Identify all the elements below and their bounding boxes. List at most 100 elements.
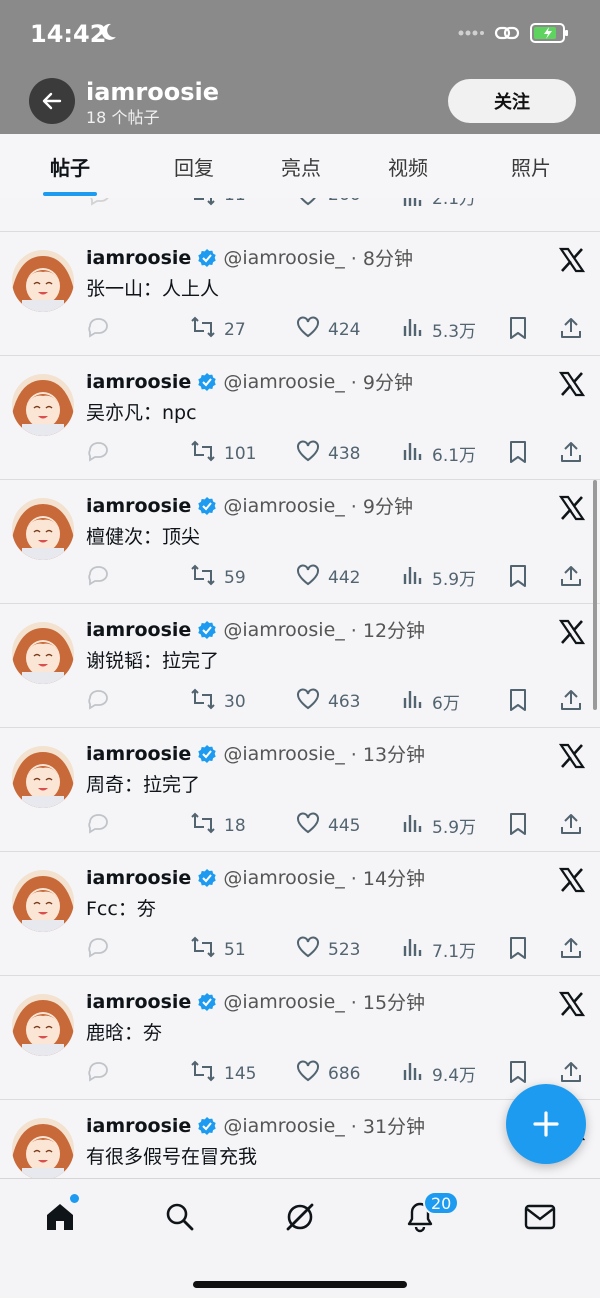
avatar[interactable]	[12, 870, 74, 932]
avatar[interactable]	[12, 498, 74, 560]
share-button[interactable]	[559, 564, 583, 593]
tab-highlights[interactable]: 亮点	[248, 134, 354, 198]
post-actions: 101 438 6.1万	[0, 440, 600, 468]
post-handle: @iamroosie_	[223, 494, 345, 517]
heart-icon	[296, 564, 320, 591]
bookmark-button[interactable]	[507, 936, 529, 965]
home-indicator[interactable]	[193, 1281, 407, 1288]
post-author-name[interactable]: iamroosie	[86, 1115, 191, 1137]
x-logo-icon[interactable]	[558, 990, 586, 1018]
post-item[interactable]: iamroosie @iamroosie_ · 9分钟 吴亦凡：npc 101 438 6.…	[0, 356, 600, 480]
follow-button[interactable]: 关注	[448, 79, 576, 123]
reply-button[interactable]	[86, 316, 110, 343]
retweet-button[interactable]: 27	[190, 316, 246, 343]
x-logo-icon[interactable]	[558, 742, 586, 770]
avatar[interactable]	[12, 1118, 74, 1178]
x-logo-icon[interactable]	[558, 494, 586, 522]
retweet-count: 30	[224, 691, 246, 712]
post-item[interactable]: iamroosie @iamroosie_ · 12分钟 谢锐韬：拉完了 30 463 6万	[0, 604, 600, 728]
post-author-name[interactable]: iamroosie	[86, 619, 191, 641]
like-button[interactable]: 266	[296, 198, 360, 206]
post-item[interactable]: iamroosie @iamroosie_ · 14分钟 Fcc：夯 51 523 7.1万	[0, 852, 600, 976]
share-button[interactable]	[559, 316, 583, 345]
tab-videos[interactable]: 视频	[354, 134, 462, 198]
nav-grok[interactable]	[280, 1197, 320, 1237]
retweet-button[interactable]: 51	[190, 936, 246, 963]
post-item[interactable]: iamroosie @iamroosie_ · 15分钟 鹿晗：夯 145 686 9.4万	[0, 976, 600, 1100]
like-button[interactable]: 442	[296, 564, 360, 591]
avatar[interactable]	[12, 622, 74, 684]
bookmark-button[interactable]	[507, 564, 529, 593]
post-author-name[interactable]: iamroosie	[86, 371, 191, 393]
scrollbar[interactable]	[593, 480, 597, 710]
views-button[interactable]: 6万	[402, 688, 460, 715]
avatar[interactable]	[12, 250, 74, 312]
post-author-name[interactable]: iamroosie	[86, 991, 191, 1013]
x-logo-icon[interactable]	[558, 618, 586, 646]
retweet-button[interactable]: 30	[190, 688, 246, 715]
avatar[interactable]	[12, 994, 74, 1056]
views-button[interactable]: 2.1万	[402, 198, 476, 209]
tab-replies[interactable]: 回复	[140, 134, 248, 198]
like-button[interactable]: 424	[296, 316, 360, 343]
post-feed[interactable]: 11 266 2.1万 iamroosie@iamroosie_· 8分钟张一山…	[0, 198, 600, 1178]
bookmark-button[interactable]	[507, 812, 529, 841]
retweet-button[interactable]: 59	[190, 564, 246, 591]
tab-posts[interactable]: 帖子	[0, 134, 140, 198]
share-button[interactable]	[559, 688, 583, 717]
retweet-button[interactable]: 101	[190, 440, 256, 467]
post-item[interactable]: iamroosie @iamroosie_ · 13分钟 周奇：拉完了 18 445 5.9…	[0, 728, 600, 852]
reply-button[interactable]	[86, 440, 110, 467]
bookmark-button[interactable]	[507, 688, 529, 717]
post-author-name[interactable]: iamroosie	[86, 743, 191, 765]
like-button[interactable]: 463	[296, 688, 360, 715]
views-button[interactable]: 5.3万	[402, 316, 476, 343]
like-button[interactable]: 438	[296, 440, 360, 467]
reply-button[interactable]	[86, 812, 110, 839]
retweet-button[interactable]: 18	[190, 812, 246, 839]
like-button[interactable]: 523	[296, 936, 360, 963]
post-item[interactable]: iamroosie @iamroosie_ · 8分钟 张一山：人上人 27 424 5.3…	[0, 232, 600, 356]
post-author-name[interactable]: iamroosie	[86, 495, 191, 517]
retweet-button[interactable]: 145	[190, 1060, 256, 1087]
compose-button[interactable]	[506, 1084, 586, 1164]
like-button[interactable]: 686	[296, 1060, 360, 1087]
reply-button[interactable]	[86, 936, 110, 963]
views-button[interactable]: 6.1万	[402, 440, 476, 467]
reply-button[interactable]	[86, 564, 110, 591]
reply-icon[interactable]	[88, 198, 112, 206]
share-button[interactable]	[559, 440, 583, 469]
reply-button[interactable]	[86, 688, 110, 715]
share-button[interactable]	[559, 936, 583, 965]
views-button[interactable]: 7.1万	[402, 936, 476, 963]
post-handle: @iamroosie_	[223, 1114, 345, 1137]
post-item[interactable]: iamroosie @iamroosie_ · 9分钟 檀健次：顶尖 59 442 5.9万	[0, 480, 600, 604]
retweet-icon	[190, 316, 216, 343]
post-author-name[interactable]: iamroosie	[86, 247, 191, 269]
post-text: 谢锐韬：拉完了	[86, 650, 220, 672]
avatar[interactable]	[12, 746, 74, 808]
verified-badge-icon	[198, 744, 217, 763]
like-button[interactable]: 445	[296, 812, 360, 839]
post-author-name[interactable]: iamroosie	[86, 867, 191, 889]
tab-photos[interactable]: 照片	[462, 134, 600, 198]
retweet-button[interactable]: 11	[190, 198, 246, 206]
share-button[interactable]	[559, 1060, 583, 1089]
x-logo-icon[interactable]	[558, 370, 586, 398]
like-count: 686	[328, 1063, 361, 1084]
avatar[interactable]	[12, 374, 74, 436]
nav-search[interactable]	[160, 1197, 200, 1237]
nav-home[interactable]	[40, 1197, 80, 1237]
views-button[interactable]: 5.9万	[402, 812, 476, 839]
bookmark-button[interactable]	[507, 440, 529, 469]
x-logo-icon[interactable]	[558, 866, 586, 894]
back-button[interactable]	[29, 78, 75, 124]
share-button[interactable]	[559, 812, 583, 841]
bookmark-button[interactable]	[507, 316, 529, 345]
reply-button[interactable]	[86, 1060, 110, 1087]
views-button[interactable]: 5.9万	[402, 564, 476, 591]
nav-messages[interactable]	[520, 1197, 560, 1237]
x-logo-icon[interactable]	[558, 246, 586, 274]
bookmark-button[interactable]	[507, 1060, 529, 1089]
views-button[interactable]: 9.4万	[402, 1060, 476, 1087]
